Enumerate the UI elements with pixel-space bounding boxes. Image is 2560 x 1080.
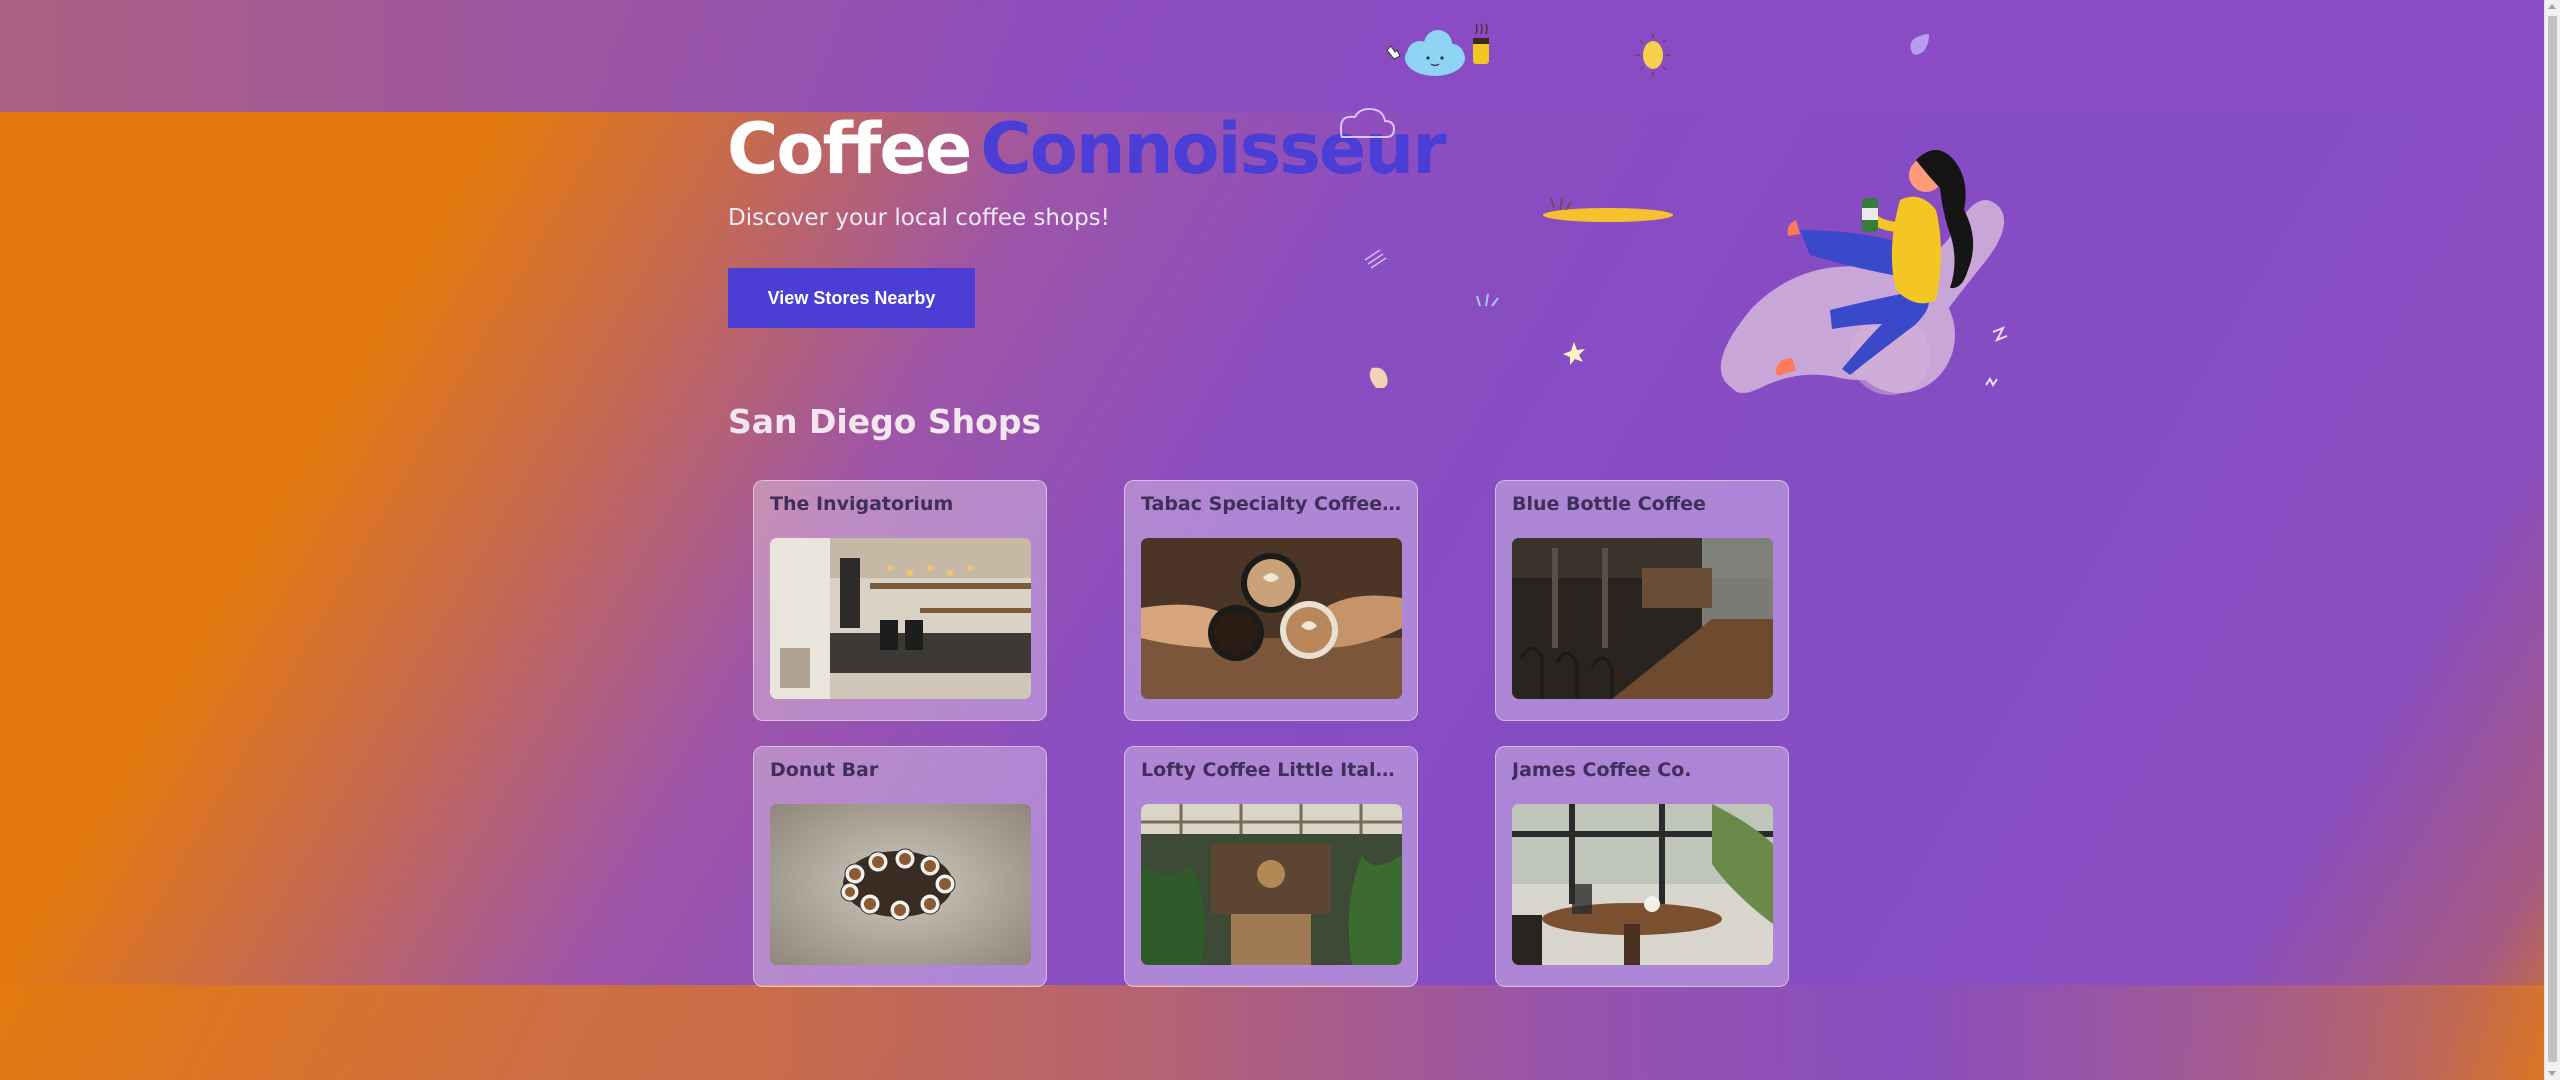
shop-card[interactable]: Lofty Coffee Little Italy Cafe xyxy=(1124,746,1418,987)
hero-title-word-1: Coffee xyxy=(727,108,972,190)
scroll-down-arrow-icon[interactable] xyxy=(2548,1071,2556,1076)
shop-card-name: Donut Bar xyxy=(770,759,879,781)
shop-card[interactable]: The Invigatorium xyxy=(753,480,1047,721)
shop-card-name: The Invigatorium xyxy=(770,493,954,515)
pointer-icon xyxy=(1386,45,1401,60)
scroll-thumb[interactable] xyxy=(2548,16,2557,1062)
cloud-outline-icon xyxy=(1339,107,1396,138)
hero-illustration xyxy=(1339,23,2008,395)
hero-subtitle: Discover your local coffee shops! xyxy=(728,205,1110,231)
pond-decoration xyxy=(1543,197,1673,222)
shop-card[interactable]: Blue Bottle Coffee xyxy=(1495,480,1789,721)
sun-icon xyxy=(1635,33,1671,77)
grass-decoration xyxy=(1476,293,1499,307)
shop-card[interactable]: Donut Bar xyxy=(753,746,1047,987)
shop-card-name: Blue Bottle Coffee xyxy=(1512,493,1706,515)
shop-card[interactable]: Tabac Specialty Coffee & Cafe xyxy=(1124,480,1418,721)
hatch-decoration xyxy=(1364,249,1387,269)
shop-card-photo xyxy=(1141,804,1402,965)
section-title: San Diego Shops xyxy=(728,402,1042,441)
page-background-top-band xyxy=(0,0,2545,112)
leaf-small-icon xyxy=(1369,367,1388,388)
view-stores-nearby-button[interactable]: View Stores Nearby xyxy=(728,268,975,328)
scroll-up-arrow-icon[interactable] xyxy=(2548,4,2556,9)
shop-card-name: James Coffee Co. xyxy=(1512,759,1692,781)
shop-card-photo xyxy=(770,538,1031,699)
cloud-icon xyxy=(1405,30,1465,76)
coffee-cup-icon xyxy=(1473,23,1489,64)
leaf-icon xyxy=(1910,34,1929,55)
page-background-bottom-band xyxy=(0,985,2545,1080)
shop-card-name: Tabac Specialty Coffee & Cafe xyxy=(1141,493,1403,515)
shop-card-name: Lofty Coffee Little Italy Cafe xyxy=(1141,759,1403,781)
woman-with-coffee-illustration xyxy=(1720,150,2005,395)
page-scrollbar[interactable] xyxy=(2544,0,2560,1080)
squiggle-decoration xyxy=(1985,326,2008,387)
shop-card-photo xyxy=(770,804,1031,965)
sparkle-icon xyxy=(1563,342,1585,365)
shop-card[interactable]: James Coffee Co. xyxy=(1495,746,1789,987)
shop-card-photo xyxy=(1141,538,1402,699)
shop-card-photo xyxy=(1512,538,1773,699)
shop-card-photo xyxy=(1512,804,1773,965)
